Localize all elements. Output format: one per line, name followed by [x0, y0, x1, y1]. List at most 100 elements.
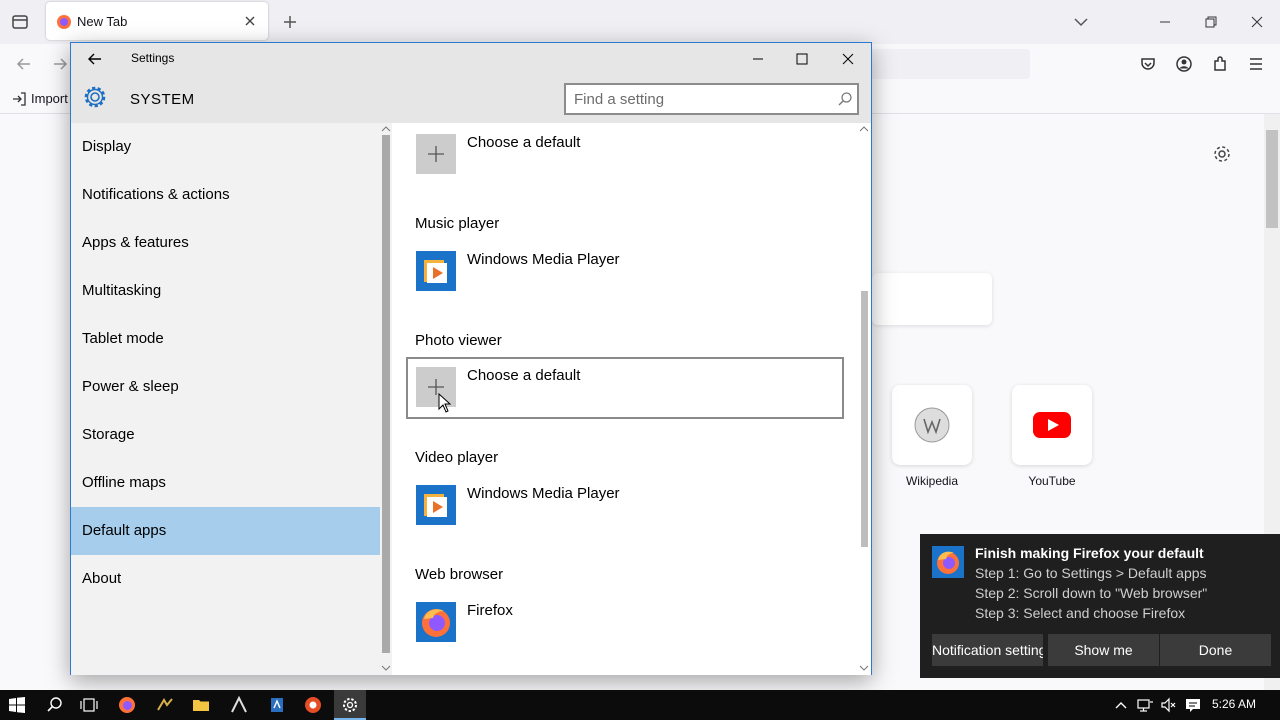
firefox-favicon-icon: [57, 15, 71, 29]
network-icon[interactable]: [1136, 696, 1154, 714]
category-label: Web browser: [415, 566, 504, 583]
category-label: Music player: [415, 215, 500, 232]
media-player-icon: [416, 485, 456, 525]
toast-title: Finish making Firefox your default: [975, 545, 1204, 561]
wikipedia-icon: [914, 407, 950, 443]
extensions-icon[interactable]: [1210, 54, 1230, 74]
clock[interactable]: 5:26 AM: [1212, 697, 1256, 711]
gear-icon[interactable]: [1212, 144, 1232, 164]
new-tab-icon[interactable]: [281, 13, 299, 31]
search-icon[interactable]: [837, 91, 853, 107]
close-window-icon[interactable]: [1247, 12, 1267, 32]
menu-icon[interactable]: [1246, 54, 1266, 74]
app-name: Choose a default: [467, 367, 581, 384]
done-button[interactable]: Done: [1160, 634, 1271, 666]
default-apps-pane: Choose a default Music player Windows Me…: [392, 123, 871, 675]
toast-step: Step 2: Scroll down to "Web browser": [975, 585, 1208, 601]
forward-icon[interactable]: [50, 54, 70, 74]
app-taskbar-icon[interactable]: [268, 696, 286, 714]
scroll-down-icon[interactable]: [859, 664, 869, 672]
back-arrow-icon[interactable]: [87, 51, 103, 67]
shortcut-youtube[interactable]: [1012, 385, 1092, 465]
settings-gear-icon: [343, 698, 357, 712]
shortcut-label: YouTube: [1028, 474, 1076, 488]
nav-item-display[interactable]: Display: [71, 123, 380, 171]
file-explorer-icon[interactable]: [192, 696, 210, 714]
toast-step: Step 1: Go to Settings > Default apps: [975, 565, 1207, 581]
app-name: Firefox: [467, 602, 513, 619]
firefox-taskbar-icon[interactable]: [118, 696, 136, 714]
firefox-default-toast: Finish making Firefox your default Step …: [920, 534, 1280, 678]
category-label: Photo viewer: [415, 332, 502, 349]
search-icon[interactable]: [46, 696, 64, 714]
page-title: SYSTEM: [130, 91, 195, 108]
settings-nav: Display Notifications & actions Apps & f…: [71, 123, 380, 675]
import-label: Import: [31, 91, 68, 106]
start-icon[interactable]: [8, 696, 26, 714]
app-taskbar-icon[interactable]: [230, 696, 248, 714]
browser-tab-new-tab[interactable]: New Tab: [46, 2, 268, 40]
search-input[interactable]: [574, 89, 824, 109]
nav-item-apps-features[interactable]: Apps & features: [71, 219, 380, 267]
nav-item-multitasking[interactable]: Multitasking: [71, 267, 380, 315]
back-icon[interactable]: [14, 54, 34, 74]
scroll-up-icon[interactable]: [859, 125, 869, 133]
toast-step: Step 3: Select and choose Firefox: [975, 605, 1186, 621]
youtube-icon: [1033, 412, 1071, 438]
nav-item-notifications[interactable]: Notifications & actions: [71, 171, 380, 219]
volume-muted-icon[interactable]: [1160, 696, 1178, 714]
minimize-icon[interactable]: [1155, 12, 1175, 32]
nav-item-power-sleep[interactable]: Power & sleep: [71, 363, 380, 411]
scroll-up-icon[interactable]: [381, 125, 391, 133]
notification-settings-button[interactable]: Notification settings: [932, 634, 1043, 666]
chevron-up-icon[interactable]: [1112, 696, 1130, 714]
chevron-down-icon[interactable]: [1072, 14, 1090, 30]
nav-item-default-apps[interactable]: Default apps: [71, 507, 380, 555]
default-app-row-browser[interactable]: Firefox: [406, 592, 844, 654]
app-name: Choose a default: [467, 134, 581, 151]
plus-icon: [416, 134, 456, 174]
search-card[interactable]: [872, 273, 992, 325]
close-tab-icon[interactable]: [242, 13, 258, 29]
import-bookmarks-button[interactable]: Import: [12, 91, 68, 106]
shortcut-wikipedia[interactable]: [892, 385, 972, 465]
pocket-icon[interactable]: [1138, 54, 1158, 74]
default-app-row[interactable]: Choose a default: [406, 124, 844, 186]
system-gear-icon: [84, 86, 106, 108]
show-me-button[interactable]: Show me: [1048, 634, 1159, 666]
restore-icon[interactable]: [1201, 12, 1221, 32]
default-app-row[interactable]: Windows Media Player: [406, 475, 844, 537]
nav-item-storage[interactable]: Storage: [71, 411, 380, 459]
app-taskbar-icon[interactable]: [156, 696, 174, 714]
account-icon[interactable]: [1174, 54, 1194, 74]
tab-title: New Tab: [77, 14, 128, 29]
close-icon[interactable]: [838, 49, 858, 69]
pane-scroll-thumb[interactable]: [861, 291, 868, 547]
tab-manager-icon[interactable]: [10, 12, 30, 32]
firefox-icon: [416, 602, 456, 642]
find-setting-box: [564, 83, 859, 115]
minimize-icon[interactable]: [748, 49, 768, 69]
mouse-cursor-icon: [438, 393, 452, 413]
settings-window: Settings SYSTEM Display Notifications & …: [70, 42, 872, 675]
page-scroll-thumb[interactable]: [1266, 130, 1278, 228]
import-icon: [13, 91, 26, 106]
url-bar[interactable]: [870, 49, 1030, 79]
nav-scroll-thumb[interactable]: [382, 135, 390, 653]
default-app-row-photo[interactable]: Choose a default: [406, 357, 844, 419]
nav-item-tablet-mode[interactable]: Tablet mode: [71, 315, 380, 363]
task-view-icon[interactable]: [80, 696, 98, 714]
window-title: Settings: [131, 51, 175, 65]
media-player-icon: [416, 251, 456, 291]
firefox-icon: [932, 546, 964, 578]
nav-item-about[interactable]: About: [71, 555, 380, 603]
shortcut-label: Wikipedia: [905, 474, 959, 488]
nav-item-offline-maps[interactable]: Offline maps: [71, 459, 380, 507]
scroll-down-icon[interactable]: [381, 664, 391, 672]
default-app-row[interactable]: Windows Media Player: [406, 241, 844, 303]
category-label: Video player: [415, 449, 499, 466]
app-name: Windows Media Player: [467, 485, 620, 502]
maximize-icon[interactable]: [792, 49, 812, 69]
app-taskbar-icon[interactable]: [304, 696, 322, 714]
action-center-icon[interactable]: [1184, 696, 1202, 714]
